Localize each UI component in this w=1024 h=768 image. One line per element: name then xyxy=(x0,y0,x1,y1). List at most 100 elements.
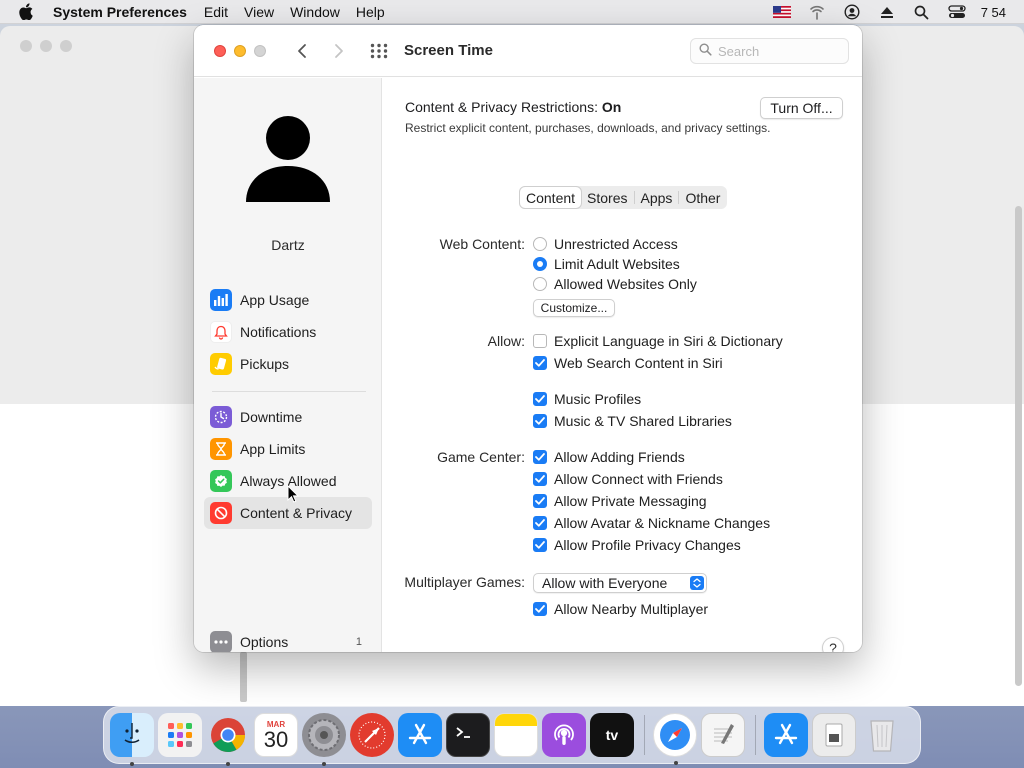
search-field[interactable] xyxy=(690,38,849,64)
dock: MAR 30 tv xyxy=(103,706,921,766)
sidebar-item-downtime[interactable]: Downtime xyxy=(204,401,372,433)
running-indicator xyxy=(674,761,678,765)
checkbox[interactable] xyxy=(533,516,547,530)
bar-chart-icon xyxy=(210,289,232,311)
radio-allowed-websites-only[interactable]: Allowed Websites Only xyxy=(533,275,697,293)
hourglass-icon xyxy=(210,438,232,460)
checkbox[interactable] xyxy=(533,450,547,464)
menu-edit[interactable]: Edit xyxy=(204,4,228,20)
checkbox-nearby-multiplayer[interactable]: Allow Nearby Multiplayer xyxy=(533,600,708,618)
tab-stores[interactable]: Stores xyxy=(581,187,633,208)
spotlight-search-icon[interactable] xyxy=(911,0,933,24)
checkbox[interactable] xyxy=(533,356,547,370)
checkbox-music-profiles[interactable]: Music Profiles xyxy=(533,390,641,408)
radio-limit-adult-websites[interactable]: Limit Adult Websites xyxy=(533,255,680,273)
menu-window[interactable]: Window xyxy=(290,4,340,20)
notes-header xyxy=(495,714,537,726)
menu-view[interactable]: View xyxy=(244,4,274,20)
running-indicator xyxy=(322,762,326,766)
multiplayer-games-select[interactable]: Allow with Everyone xyxy=(533,573,707,593)
chevron-updown-icon xyxy=(690,576,704,590)
close-button[interactable] xyxy=(214,45,226,57)
sidebar-item-notifications[interactable]: Notifications xyxy=(204,316,372,348)
dock-separator xyxy=(755,715,756,755)
checkbox-adding-friends[interactable]: Allow Adding Friends xyxy=(533,448,685,466)
checkbox[interactable] xyxy=(533,392,547,406)
customize-button[interactable]: Customize... xyxy=(533,299,615,317)
checkbox-avatar-nickname[interactable]: Allow Avatar & Nickname Changes xyxy=(533,514,770,532)
terminal-icon[interactable] xyxy=(446,713,490,757)
show-all-grid-icon[interactable] xyxy=(370,43,388,59)
textedit-icon[interactable] xyxy=(701,713,745,757)
tab-content[interactable]: Content xyxy=(520,187,582,208)
zoom-button[interactable] xyxy=(254,45,266,57)
document-icon[interactable] xyxy=(812,713,856,757)
safari-icon[interactable] xyxy=(653,713,697,765)
radio-unrestricted-access[interactable]: Unrestricted Access xyxy=(533,235,678,253)
checkbox-label: Music & TV Shared Libraries xyxy=(554,413,732,429)
eject-icon[interactable] xyxy=(876,0,898,24)
podcasts-icon[interactable] xyxy=(542,713,586,757)
apple-menu-icon[interactable] xyxy=(19,3,37,20)
category-tabs: Content Stores Apps Other xyxy=(519,186,728,209)
chrome-icon[interactable] xyxy=(206,713,250,766)
checkbox-profile-privacy[interactable]: Allow Profile Privacy Changes xyxy=(533,536,741,554)
forward-arrow-icon[interactable] xyxy=(331,40,347,62)
tab-apps[interactable]: Apps xyxy=(635,187,679,208)
checkbox[interactable] xyxy=(533,334,547,348)
minimize-button[interactable] xyxy=(234,45,246,57)
checkbox-music-tv-libraries[interactable]: Music & TV Shared Libraries xyxy=(533,412,732,430)
checkbox-private-messaging[interactable]: Allow Private Messaging xyxy=(533,492,707,510)
select-value: Allow with Everyone xyxy=(542,575,668,591)
help-button[interactable]: ? xyxy=(822,637,844,652)
checkbox[interactable] xyxy=(533,602,547,616)
app-store-icon[interactable] xyxy=(398,713,442,757)
menu-help[interactable]: Help xyxy=(356,4,385,20)
sidebar-item-pickups[interactable]: Pickups xyxy=(204,348,372,380)
menu-clock[interactable]: 7 54 xyxy=(981,5,1006,20)
checkbox[interactable] xyxy=(533,494,547,508)
running-indicator xyxy=(226,762,230,766)
sidebar-item-label: Notifications xyxy=(240,324,317,340)
no-entry-icon xyxy=(210,502,232,524)
radio-button[interactable] xyxy=(533,237,547,251)
finder-icon[interactable] xyxy=(110,713,154,766)
applications-folder-icon[interactable] xyxy=(764,713,808,757)
game-center-label: Game Center: xyxy=(437,449,525,465)
user-avatar-icon[interactable] xyxy=(244,114,332,204)
menu-app-name[interactable]: System Preferences xyxy=(53,4,187,20)
trash-icon[interactable] xyxy=(860,713,904,757)
radio-button[interactable] xyxy=(533,257,547,271)
compass-app-icon[interactable] xyxy=(350,713,394,757)
sidebar-item-options[interactable]: Options 1 xyxy=(204,626,372,652)
turn-off-button[interactable]: Turn Off... xyxy=(760,97,843,119)
window-title: Screen Time xyxy=(404,42,493,59)
sidebar-item-app-limits[interactable]: App Limits xyxy=(204,433,372,465)
screen-time-window: Screen Time Dartz App Usage Notification… xyxy=(194,25,862,652)
user-name: Dartz xyxy=(271,237,305,253)
control-center-icon[interactable] xyxy=(946,0,968,24)
us-flag-icon[interactable] xyxy=(771,0,793,24)
background-scrollbar[interactable] xyxy=(1015,206,1022,686)
system-preferences-icon[interactable] xyxy=(302,713,346,766)
checkbox-explicit-language[interactable]: Explicit Language in Siri & Dictionary xyxy=(533,332,783,350)
back-arrow-icon[interactable] xyxy=(294,40,310,62)
title-bar: Screen Time xyxy=(194,25,862,77)
apple-tv-icon[interactable]: tv xyxy=(590,713,634,757)
sidebar-item-app-usage[interactable]: App Usage xyxy=(204,284,372,316)
tab-other[interactable]: Other xyxy=(679,187,726,208)
user-account-icon[interactable] xyxy=(841,0,863,24)
search-input[interactable] xyxy=(718,43,838,59)
calendar-icon[interactable]: MAR 30 xyxy=(254,713,298,757)
launchpad-icon[interactable] xyxy=(158,713,202,757)
checkbox-connect-friends[interactable]: Allow Connect with Friends xyxy=(533,470,723,488)
sidebar-item-label: Downtime xyxy=(240,409,303,425)
checkbox[interactable] xyxy=(533,538,547,552)
checkbox-web-search-siri[interactable]: Web Search Content in Siri xyxy=(533,354,723,372)
network-icon[interactable] xyxy=(806,0,828,24)
radio-button[interactable] xyxy=(533,277,547,291)
checkbox[interactable] xyxy=(533,414,547,428)
checkbox[interactable] xyxy=(533,472,547,486)
notes-icon[interactable] xyxy=(494,713,538,757)
restrictions-description: Restrict explicit content, purchases, do… xyxy=(405,121,771,135)
